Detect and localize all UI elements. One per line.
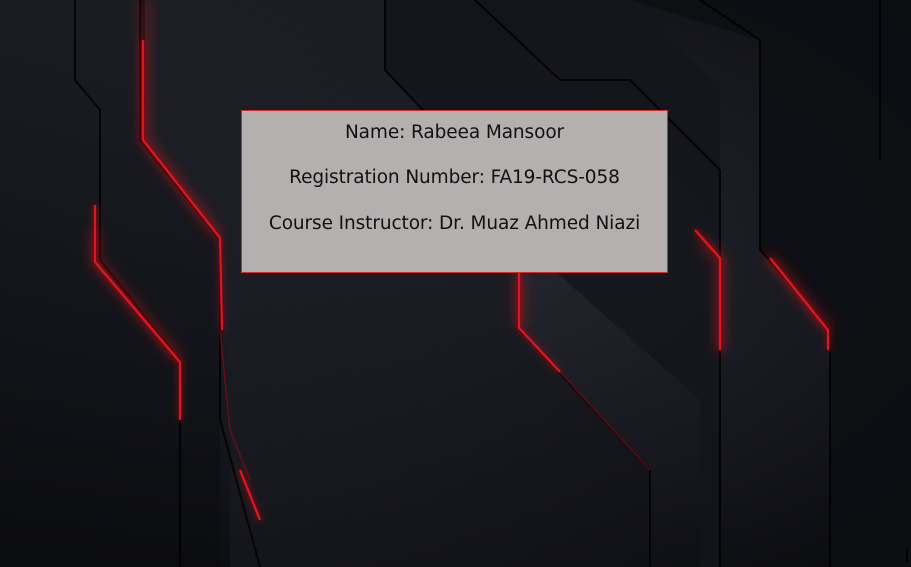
student-name-text: Name: Rabeea Mansoor <box>344 122 565 143</box>
course-instructor-text: Course Instructor: Dr. Muaz Ahmed Niazi <box>268 213 641 234</box>
registration-number-text: Registration Number: FA19-RCS-058 <box>289 167 620 188</box>
student-info-box: Name: Rabeea Mansoor Registration Number… <box>241 110 668 273</box>
slide-canvas: Name: Rabeea Mansoor Registration Number… <box>0 0 911 567</box>
dark-geometric-background-image <box>0 0 911 567</box>
